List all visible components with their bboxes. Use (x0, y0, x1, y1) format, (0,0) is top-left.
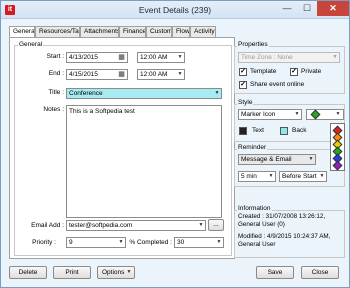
email-dropdown-icon[interactable]: ▼ (197, 221, 205, 230)
title-input[interactable]: Conference (66, 88, 222, 99)
timezone-select[interactable]: Time Zone : None (238, 52, 340, 63)
event-details-window: it Event Details (239) — ☐ ✕ General Res… (0, 0, 350, 288)
minimize-button[interactable]: — (277, 1, 297, 16)
priority-dropdown-icon[interactable]: ▼ (117, 238, 125, 247)
email-label: Email Add : (31, 222, 64, 229)
maximize-button[interactable]: ☐ (297, 1, 317, 16)
share-label: Share event online (250, 81, 305, 88)
reminder-legend: Reminder (237, 144, 268, 151)
reminder-when-dropdown-icon[interactable]: ▼ (318, 172, 326, 181)
close-button[interactable]: Close (301, 266, 339, 279)
title-label: Title : (48, 89, 64, 96)
private-label: Private (301, 68, 322, 75)
timezone-dropdown-icon[interactable]: ▼ (331, 53, 339, 62)
template-label: Template (250, 68, 277, 75)
close-window-button[interactable]: ✕ (317, 1, 349, 16)
general-legend: General (18, 41, 44, 48)
tab-attachments[interactable]: Attachments (80, 26, 119, 37)
back-color-swatch[interactable] (280, 127, 288, 135)
email-browse-button[interactable]: ... (208, 219, 224, 231)
print-button[interactable]: Print (53, 266, 91, 279)
text-color-swatch[interactable] (239, 127, 247, 135)
tab-custom[interactable]: Custom (146, 26, 172, 37)
notes-label: Notes : (43, 106, 64, 113)
properties-legend: Properties (237, 41, 269, 48)
tab-activity[interactable]: Activity (190, 26, 216, 37)
text-color-label: Text (252, 127, 264, 134)
reminder-type-select[interactable]: Message & Email (238, 154, 316, 165)
private-checkbox[interactable]: ✓ (290, 68, 298, 76)
tab-resources-tasks[interactable]: Resources/Tasks (35, 26, 80, 37)
purple-marker-icon[interactable] (332, 160, 343, 171)
template-checkbox[interactable]: ✓ (239, 68, 247, 76)
modified-info: Modified : 4/9/2015 10:24:37 AM, General… (238, 233, 331, 248)
options-dropdown-icon[interactable]: ▼ (125, 268, 133, 277)
delete-button[interactable]: Delete (9, 266, 47, 279)
start-time-spinner-icon[interactable]: ▼ (176, 53, 184, 62)
end-time-spinner-icon[interactable]: ▼ (176, 70, 184, 79)
completed-label: % Completed : (129, 239, 172, 246)
start-calendar-icon[interactable]: ▦ (116, 53, 127, 62)
priority-label: Priority : (32, 239, 56, 246)
marker-dropdown-icon[interactable]: ▼ (293, 110, 301, 119)
back-color-label: Back (292, 127, 307, 134)
reminder-type-dropdown-icon[interactable]: ▼ (307, 155, 315, 164)
title-dropdown-icon[interactable]: ▼ (213, 89, 221, 98)
style-legend: Style (237, 99, 254, 106)
share-checkbox[interactable]: ✓ (239, 81, 247, 89)
marker-color-popup (330, 123, 345, 171)
reminder-amount-dropdown-icon[interactable]: ▼ (267, 172, 275, 181)
information-legend: Information (237, 205, 272, 212)
notes-textarea[interactable]: This is a Softpedia test (66, 105, 222, 218)
general-panel: General Start : 4/13/2015 ▦ 12:00 AM ▼ E… (9, 37, 235, 259)
end-label: End : (48, 70, 64, 77)
start-label: Start : (46, 53, 64, 60)
tab-finance[interactable]: Finance (119, 26, 146, 37)
tab-flow[interactable]: Flow (172, 26, 190, 37)
completed-dropdown-icon[interactable]: ▼ (215, 238, 223, 247)
title-bar[interactable]: it Event Details (239) — ☐ ✕ (1, 1, 349, 19)
end-calendar-icon[interactable]: ▦ (116, 70, 127, 79)
save-button[interactable]: Save (256, 266, 294, 279)
marker-color-dropdown-icon[interactable]: ▼ (334, 110, 342, 119)
email-input[interactable]: tester@softpedia.com (66, 220, 206, 231)
created-info: Created : 31/07/2008 13:26:12, General U… (238, 213, 326, 228)
